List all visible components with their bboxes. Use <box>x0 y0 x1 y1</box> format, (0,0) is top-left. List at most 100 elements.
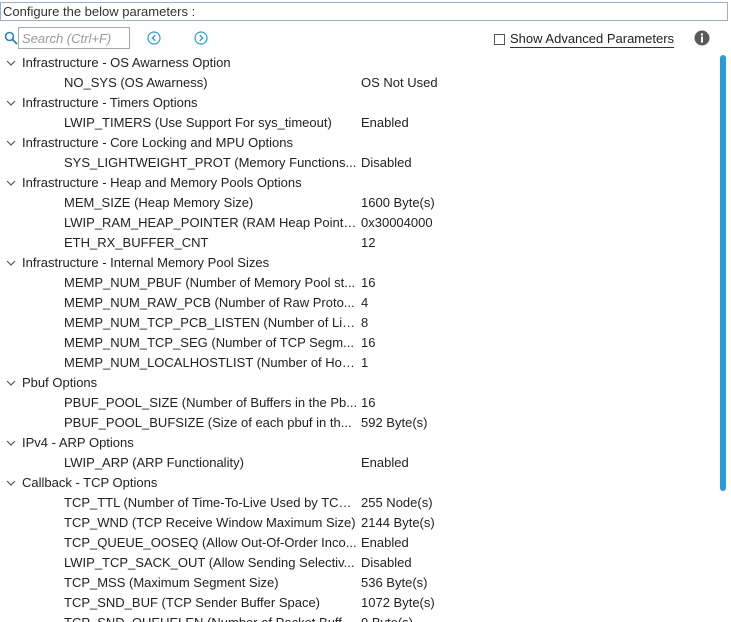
parameter-row[interactable]: MEMP_NUM_TCP_PCB_LISTEN (Number of Lis..… <box>0 313 716 333</box>
parameter-value[interactable]: 16 <box>361 273 375 293</box>
chevron-down-icon[interactable] <box>6 179 16 187</box>
parameter-row[interactable]: MEMP_NUM_LOCALHOSTLIST (Number of Hos...… <box>0 353 716 373</box>
parameter-name: LWIP_RAM_HEAP_POINTER (RAM Heap Pointer) <box>64 215 358 230</box>
parameter-name: PBUF_POOL_SIZE (Number of Buffers in the… <box>64 395 358 410</box>
parameter-row[interactable]: LWIP_ARP (ARP Functionality) Enabled <box>0 453 716 473</box>
previous-result-icon[interactable] <box>147 31 161 45</box>
group-row[interactable]: Infrastructure - Core Locking and MPU Op… <box>0 133 716 153</box>
parameter-row[interactable]: PBUF_POOL_BUFSIZE (Size of each pbuf in … <box>0 413 716 433</box>
parameter-row[interactable]: TCP_QUEUE_OOSEQ (Allow Out-Of-Order Inco… <box>0 533 716 553</box>
parameter-row[interactable]: MEMP_NUM_RAW_PCB (Number of Raw Proto...… <box>0 293 716 313</box>
chevron-down-icon[interactable] <box>6 439 16 447</box>
parameter-name: SYS_LIGHTWEIGHT_PROT (Memory Functions..… <box>64 155 357 170</box>
parameter-value[interactable]: 9 Byte(s) <box>361 613 413 622</box>
parameter-row[interactable]: TCP_SND_QUEUELEN (Number of Packet Buffe… <box>0 613 716 622</box>
parameter-value[interactable]: Disabled <box>361 553 412 573</box>
group-row[interactable]: Infrastructure - OS Awarness Option <box>0 53 716 73</box>
parameter-tree: Infrastructure - OS Awarness Option NO_SY… <box>0 53 716 622</box>
parameter-row[interactable]: MEM_SIZE (Heap Memory Size) 1600 Byte(s) <box>0 193 716 213</box>
group-label: Infrastructure - Internal Memory Pool Si… <box>22 255 270 270</box>
parameter-name: TCP_WND (TCP Receive Window Maximum Size… <box>64 515 356 530</box>
parameter-name: MEMP_NUM_LOCALHOSTLIST (Number of Hos... <box>64 355 358 370</box>
show-advanced-toggle[interactable]: Show Advanced Parameters <box>494 29 675 49</box>
parameter-name: TCP_SND_BUF (TCP Sender Buffer Space) <box>64 595 321 610</box>
group-label: Infrastructure - OS Awarness Option <box>22 55 231 70</box>
parameter-value[interactable]: 12 <box>361 233 375 253</box>
parameter-row[interactable]: TCP_SND_BUF (TCP Sender Buffer Space) 107… <box>0 593 716 613</box>
parameter-row[interactable]: LWIP_RAM_HEAP_POINTER (RAM Heap Pointer)… <box>0 213 716 233</box>
parameter-row[interactable]: TCP_WND (TCP Receive Window Maximum Size… <box>0 513 716 533</box>
chevron-down-icon[interactable] <box>6 259 16 267</box>
parameter-value[interactable]: OS Not Used <box>361 73 438 93</box>
parameter-row[interactable]: TCP_MSS (Maximum Segment Size) 536 Byte(s… <box>0 573 716 593</box>
parameter-name: MEMP_NUM_PBUF (Number of Memory Pool st.… <box>64 275 356 290</box>
group-label: Infrastructure - Timers Options <box>22 95 198 110</box>
parameter-name: LWIP_TCP_SACK_OUT (Allow Sending Selecti… <box>64 555 355 570</box>
group-label: Infrastructure - Core Locking and MPU Op… <box>22 135 293 150</box>
info-icon[interactable] <box>694 30 710 46</box>
chevron-down-icon[interactable] <box>6 99 16 107</box>
parameter-name: NO_SYS (OS Awarness) <box>64 75 208 90</box>
parameter-row[interactable]: ETH_RX_BUFFER_CNT 12 <box>0 233 716 253</box>
parameter-value[interactable]: Enabled <box>361 113 409 133</box>
parameter-value[interactable]: 16 <box>361 333 375 353</box>
parameter-value[interactable]: 0x30004000 <box>361 213 433 233</box>
group-label: Pbuf Options <box>22 375 98 390</box>
parameter-name: TCP_SND_QUEUELEN (Number of Packet Buffe… <box>64 613 358 622</box>
group-row[interactable]: Infrastructure - Internal Memory Pool Si… <box>0 253 716 273</box>
parameter-value[interactable]: 4 <box>361 293 368 313</box>
group-row[interactable]: Callback - TCP Options <box>0 473 716 493</box>
parameter-name: LWIP_ARP (ARP Functionality) <box>64 455 244 470</box>
parameter-value[interactable]: 1 <box>361 353 368 373</box>
chevron-down-icon[interactable] <box>6 59 16 67</box>
parameter-row[interactable]: SYS_LIGHTWEIGHT_PROT (Memory Functions..… <box>0 153 716 173</box>
parameter-row[interactable]: MEMP_NUM_PBUF (Number of Memory Pool st.… <box>0 273 716 293</box>
show-advanced-checkbox[interactable] <box>494 33 505 45</box>
group-row[interactable]: Pbuf Options <box>0 373 716 393</box>
parameter-row[interactable]: LWIP_TIMERS (Use Support For sys_timeout… <box>0 113 716 133</box>
parameter-name: TCP_TTL (Number of Time-To-Live Used by … <box>64 495 358 510</box>
chevron-down-icon[interactable] <box>6 379 16 387</box>
next-result-icon[interactable] <box>194 31 208 45</box>
parameter-value[interactable]: Enabled <box>361 533 409 553</box>
parameter-row[interactable]: LWIP_TCP_SACK_OUT (Allow Sending Selecti… <box>0 553 716 573</box>
group-row[interactable]: Infrastructure - Timers Options <box>0 93 716 113</box>
show-advanced-label[interactable]: Show Advanced Parameters <box>510 31 675 48</box>
parameter-row[interactable]: MEMP_NUM_TCP_SEG (Number of TCP Segm... 1… <box>0 333 716 353</box>
scrollbar-thumb[interactable] <box>720 55 726 491</box>
group-row[interactable]: Infrastructure - Heap and Memory Pools O… <box>0 173 716 193</box>
parameter-name: MEM_SIZE (Heap Memory Size) <box>64 195 254 210</box>
group-row[interactable]: IPv4 - ARP Options <box>0 433 716 453</box>
parameter-name: TCP_MSS (Maximum Segment Size) <box>64 575 279 590</box>
group-label: Callback - TCP Options <box>22 475 158 490</box>
vertical-scrollbar[interactable] <box>716 53 731 622</box>
search-input[interactable] <box>18 27 130 49</box>
chevron-down-icon[interactable] <box>6 479 16 487</box>
parameter-value[interactable]: 16 <box>361 393 375 413</box>
search-toolbar: Show Advanced Parameters <box>0 27 731 51</box>
parameter-value[interactable]: 592 Byte(s) <box>361 413 427 433</box>
parameter-value[interactable]: Enabled <box>361 453 409 473</box>
parameter-value[interactable]: 255 Node(s) <box>361 493 433 513</box>
config-header: Configure the below parameters : <box>0 2 728 21</box>
parameter-name: MEMP_NUM_TCP_SEG (Number of TCP Segm... <box>64 335 354 350</box>
group-label: IPv4 - ARP Options <box>22 435 134 450</box>
parameter-row[interactable]: PBUF_POOL_SIZE (Number of Buffers in the… <box>0 393 716 413</box>
parameter-value[interactable]: 536 Byte(s) <box>361 573 427 593</box>
chevron-down-icon[interactable] <box>6 139 16 147</box>
parameter-value[interactable]: 8 <box>361 313 368 333</box>
group-label: Infrastructure - Heap and Memory Pools O… <box>22 175 302 190</box>
search-icon[interactable] <box>4 31 18 45</box>
parameter-value[interactable]: Disabled <box>361 153 412 173</box>
parameter-name: LWIP_TIMERS (Use Support For sys_timeout… <box>64 115 332 130</box>
config-header-label: Configure the below parameters : <box>3 4 196 19</box>
parameter-name: ETH_RX_BUFFER_CNT <box>64 235 209 250</box>
parameter-value[interactable]: 2144 Byte(s) <box>361 513 435 533</box>
parameter-name: MEMP_NUM_TCP_PCB_LISTEN (Number of Lis..… <box>64 315 358 330</box>
parameter-name: MEMP_NUM_RAW_PCB (Number of Raw Proto... <box>64 295 355 310</box>
parameter-name: PBUF_POOL_BUFSIZE (Size of each pbuf in … <box>64 415 352 430</box>
parameter-value[interactable]: 1600 Byte(s) <box>361 193 435 213</box>
parameter-value[interactable]: 1072 Byte(s) <box>361 593 435 613</box>
parameter-row[interactable]: NO_SYS (OS Awarness) OS Not Used <box>0 73 716 93</box>
parameter-row[interactable]: TCP_TTL (Number of Time-To-Live Used by … <box>0 493 716 513</box>
